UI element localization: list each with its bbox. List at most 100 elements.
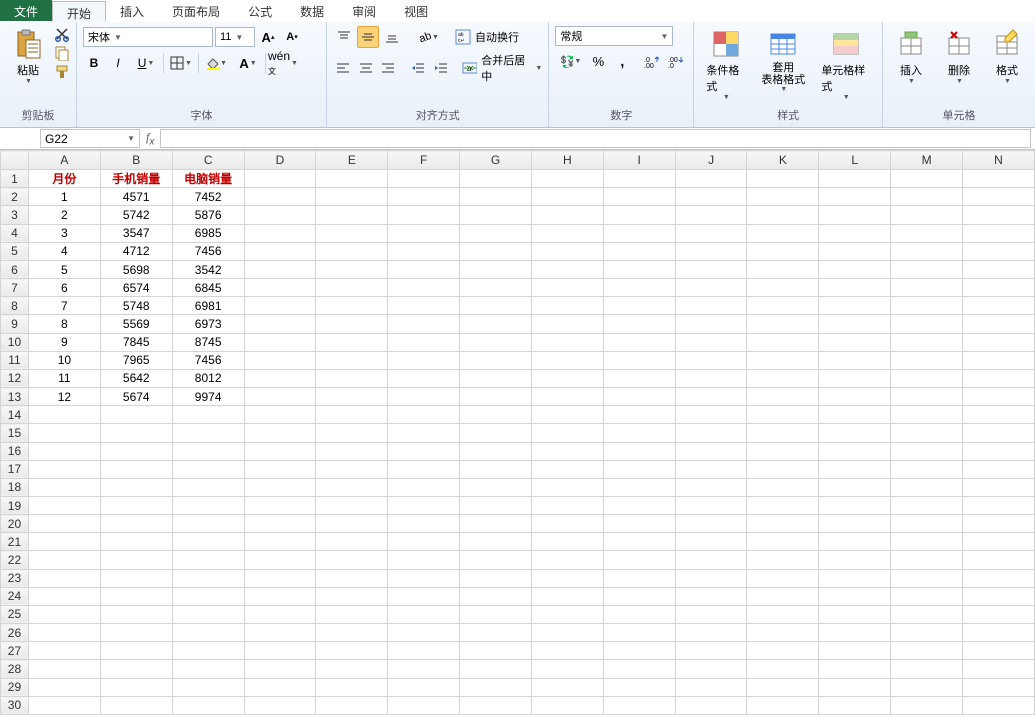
cell[interactable] (747, 515, 819, 533)
cell[interactable] (603, 297, 675, 315)
cell[interactable] (172, 696, 244, 714)
cell[interactable] (244, 406, 316, 424)
row-header[interactable]: 1 (1, 170, 29, 188)
cell[interactable] (460, 242, 532, 260)
tab-公式[interactable]: 公式 (234, 0, 286, 21)
column-header[interactable]: J (675, 151, 747, 170)
cell[interactable] (460, 696, 532, 714)
cell[interactable] (316, 388, 388, 406)
cell[interactable] (244, 224, 316, 242)
cell[interactable] (388, 460, 460, 478)
format-as-table-button[interactable]: 套用 表格格式▼ (755, 26, 811, 95)
cell[interactable] (460, 351, 532, 369)
cell[interactable] (100, 605, 172, 623)
align-bottom-button[interactable] (381, 26, 403, 48)
cell[interactable] (819, 605, 891, 623)
cell[interactable] (603, 624, 675, 642)
cell[interactable] (172, 406, 244, 424)
row-header[interactable]: 23 (1, 569, 29, 587)
cell[interactable] (460, 569, 532, 587)
cell[interactable] (963, 188, 1035, 206)
cell[interactable] (100, 551, 172, 569)
cell[interactable] (963, 333, 1035, 351)
cell[interactable] (172, 478, 244, 496)
cell[interactable] (603, 478, 675, 496)
cell[interactable] (316, 515, 388, 533)
row-header[interactable]: 10 (1, 333, 29, 351)
cell[interactable] (963, 297, 1035, 315)
cell[interactable] (675, 206, 747, 224)
align-middle-button[interactable] (357, 26, 379, 48)
cell[interactable] (603, 333, 675, 351)
cell[interactable] (388, 297, 460, 315)
cell[interactable] (172, 660, 244, 678)
cell[interactable] (747, 678, 819, 696)
cell[interactable] (891, 351, 963, 369)
cell[interactable] (675, 188, 747, 206)
row-header[interactable]: 29 (1, 678, 29, 696)
cell[interactable] (603, 533, 675, 551)
cell[interactable] (244, 188, 316, 206)
cell[interactable]: 电脑销量 (172, 170, 244, 188)
cell[interactable] (100, 424, 172, 442)
cell[interactable] (891, 551, 963, 569)
cell[interactable] (747, 170, 819, 188)
cell[interactable]: 10 (28, 351, 100, 369)
cell[interactable] (531, 696, 603, 714)
cell[interactable] (819, 569, 891, 587)
cell[interactable] (172, 515, 244, 533)
tab-开始[interactable]: 开始 (52, 1, 106, 22)
cell[interactable] (244, 696, 316, 714)
cell[interactable] (172, 460, 244, 478)
cell[interactable] (100, 478, 172, 496)
font-family-combo[interactable]: 宋体▼ (83, 27, 213, 47)
cell[interactable]: 4712 (100, 242, 172, 260)
cell[interactable] (244, 642, 316, 660)
row-header[interactable]: 20 (1, 515, 29, 533)
column-header[interactable]: A (28, 151, 100, 170)
cell[interactable] (460, 642, 532, 660)
cell[interactable] (28, 587, 100, 605)
cell[interactable] (747, 496, 819, 514)
cell[interactable] (531, 406, 603, 424)
row-header[interactable]: 9 (1, 315, 29, 333)
cell[interactable] (244, 424, 316, 442)
cell[interactable] (28, 478, 100, 496)
cell[interactable] (316, 642, 388, 660)
cell[interactable] (28, 406, 100, 424)
column-header[interactable]: F (388, 151, 460, 170)
cell[interactable] (316, 424, 388, 442)
column-header[interactable]: K (747, 151, 819, 170)
cell[interactable] (531, 569, 603, 587)
cell[interactable] (675, 569, 747, 587)
cell[interactable] (603, 696, 675, 714)
cell[interactable] (531, 297, 603, 315)
decrease-font-size-button[interactable]: A▾ (281, 26, 303, 48)
cell[interactable] (819, 496, 891, 514)
column-header[interactable]: I (603, 151, 675, 170)
cell[interactable] (244, 605, 316, 623)
cell[interactable] (460, 424, 532, 442)
tab-数据[interactable]: 数据 (286, 0, 338, 21)
formula-input[interactable] (160, 129, 1031, 148)
cell[interactable] (891, 224, 963, 242)
cell[interactable] (603, 206, 675, 224)
cell[interactable] (603, 188, 675, 206)
cell[interactable] (819, 442, 891, 460)
cell[interactable] (675, 515, 747, 533)
cell[interactable]: 12 (28, 388, 100, 406)
cell[interactable] (819, 170, 891, 188)
column-header[interactable]: M (891, 151, 963, 170)
cell[interactable] (460, 279, 532, 297)
cell[interactable]: 7965 (100, 351, 172, 369)
cell[interactable] (963, 696, 1035, 714)
cell[interactable] (963, 642, 1035, 660)
cell[interactable] (531, 351, 603, 369)
comma-button[interactable]: , (611, 50, 633, 72)
cell[interactable]: 5742 (100, 206, 172, 224)
cell[interactable] (675, 424, 747, 442)
italic-button[interactable]: I (107, 52, 129, 74)
cell[interactable] (244, 333, 316, 351)
cell[interactable] (891, 206, 963, 224)
row-header[interactable]: 25 (1, 605, 29, 623)
